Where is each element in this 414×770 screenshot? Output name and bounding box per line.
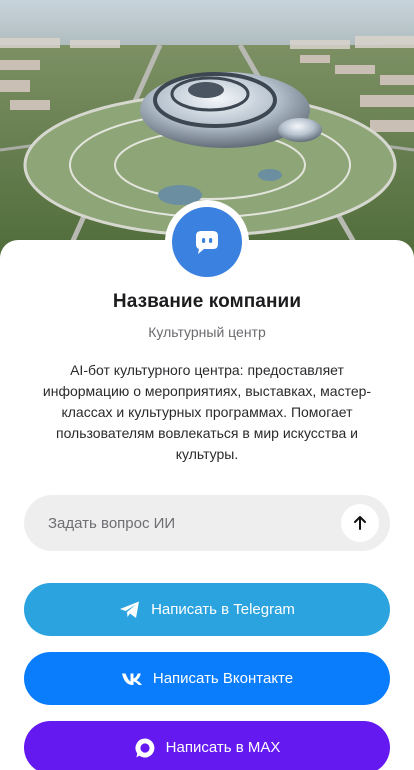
ask-ai-field [24, 495, 390, 551]
max-button[interactable]: Написать в MAX [24, 721, 390, 770]
vk-button[interactable]: Написать Вконтакте [24, 652, 390, 705]
vk-icon [121, 668, 143, 690]
avatar [172, 207, 242, 277]
ask-ai-input[interactable] [24, 495, 324, 551]
arrow-up-icon [354, 516, 366, 530]
send-button[interactable] [341, 504, 379, 542]
telegram-icon [119, 599, 141, 621]
company-description: AI-бот культурного центра: предоставляет… [42, 362, 372, 462]
company-name: Название компании [112, 291, 302, 312]
telegram-button-label: Написать в Telegram [151, 601, 295, 618]
vk-button-label: Написать Вконтакте [152, 670, 294, 687]
company-category: Культурный центр [148, 324, 266, 340]
telegram-button[interactable]: Написать в Telegram [24, 583, 390, 636]
max-button-label: Написать в MAX [165, 739, 281, 756]
chat-bubble-icon [196, 231, 218, 254]
max-icon [134, 737, 156, 759]
